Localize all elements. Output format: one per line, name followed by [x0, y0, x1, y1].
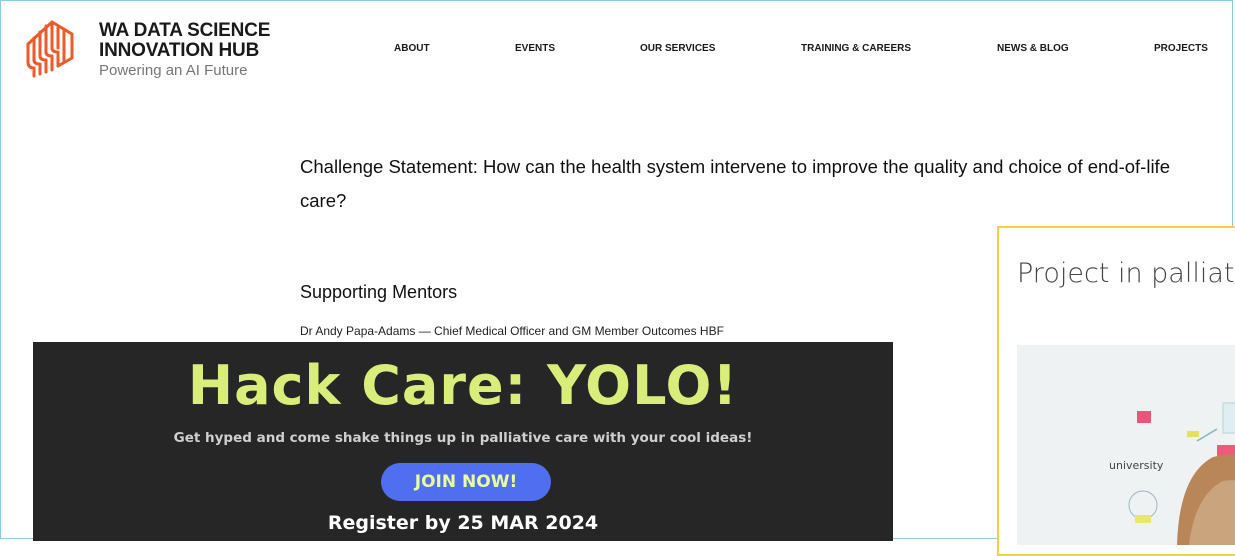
nav-item-about[interactable]: ABOUT	[394, 43, 430, 54]
whiteboard-word: university	[1109, 459, 1164, 472]
hackathon-promo-banner[interactable]: Hack Care: YOLO! Get hyped and come shak…	[33, 342, 893, 541]
challenge-statement: Challenge Statement: How can the health …	[300, 150, 1235, 218]
side-card-title[interactable]: Project in palliat	[1017, 258, 1234, 289]
nav-item-projects[interactable]: PROJECTS	[1154, 43, 1208, 54]
mentor-item: Dr Andy Papa-Adams — Chief Medical Offic…	[300, 324, 724, 338]
whiteboard-photo-illustration: university	[1017, 345, 1235, 545]
banner-subtitle: Get hyped and come shake things up in pa…	[173, 430, 753, 446]
mentors-heading: Supporting Mentors	[300, 282, 458, 302]
nav-item-events[interactable]: EVENTS	[515, 43, 555, 54]
brand-name-line2[interactable]: INNOVATION HUB	[99, 40, 259, 62]
brand-name-line1[interactable]: WA DATA SCIENCE	[99, 20, 270, 42]
register-deadline: Register by 25 MAR 2024	[327, 512, 599, 534]
hub-logo-icon[interactable]	[24, 18, 76, 80]
challenge-line-2: care?	[300, 190, 347, 211]
join-now-button[interactable]: JOIN NOW!	[381, 463, 551, 501]
project-side-card[interactable]: Project in palliat university	[997, 226, 1235, 556]
challenge-line-1: Challenge Statement: How can the health …	[300, 156, 1170, 177]
nav-item-our-services[interactable]: OUR SERVICES	[640, 43, 715, 54]
nav-item-training-careers[interactable]: TRAINING & CAREERS	[801, 43, 911, 54]
project-photo[interactable]: university	[1017, 345, 1235, 545]
brand-tagline: Powering an AI Future	[99, 62, 248, 79]
banner-title: Hack Care: YOLO!	[187, 354, 739, 417]
nav-item-news-blog[interactable]: NEWS & BLOG	[997, 43, 1069, 54]
